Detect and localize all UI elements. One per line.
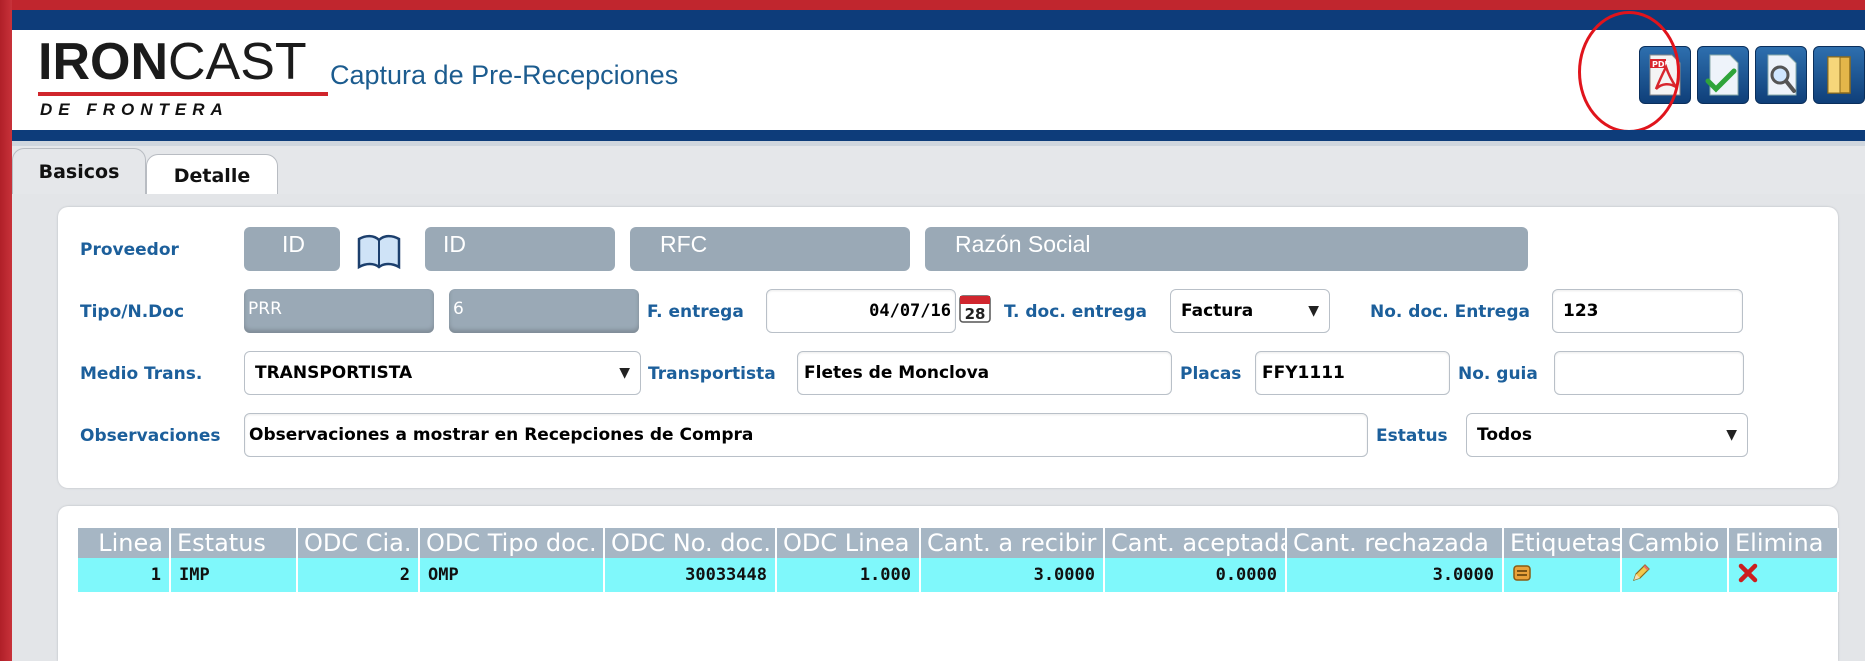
placas-input[interactable]: FFY1111: [1255, 351, 1450, 395]
ironcast-logo: IRONCAST DE FRONTERA: [24, 30, 328, 130]
table-row[interactable]: 1 IMP 2 OMP 30033448 1.000 3.0000 0.0000…: [78, 558, 1839, 592]
rfc-input[interactable]: RFC: [630, 227, 910, 271]
t-doc-entrega-value: Factura: [1181, 301, 1254, 321]
highlight-circle-annotation: [1578, 11, 1680, 133]
col-header-odc-linea[interactable]: ODC Linea: [776, 528, 921, 558]
proveedor-id-placeholder: ID: [282, 231, 305, 257]
tab-basicos[interactable]: Basicos: [12, 148, 146, 194]
observaciones-label: Observaciones: [80, 426, 221, 446]
cell-elimina: [1728, 558, 1839, 592]
cell-odc-cia: 2: [297, 558, 420, 592]
medio-trans-label: Medio Trans.: [80, 364, 203, 384]
proveedor-id2-input[interactable]: ID: [425, 227, 615, 271]
razon-social-input[interactable]: Razón Social: [925, 227, 1528, 271]
observaciones-input[interactable]: Observaciones a mostrar en Recepciones d…: [244, 413, 1368, 457]
no-guia-input[interactable]: [1554, 351, 1744, 395]
ndoc-field: 6: [449, 289, 639, 333]
cell-odc-linea: 1.000: [776, 558, 921, 592]
chevron-down-icon: ▼: [619, 365, 630, 381]
rfc-placeholder: RFC: [660, 231, 708, 257]
col-header-linea[interactable]: Linea: [78, 528, 171, 558]
medio-trans-select[interactable]: TRANSPORTISTA ▼: [244, 351, 641, 395]
calendar-day-text: 28: [965, 305, 986, 323]
delete-x-icon[interactable]: [1737, 562, 1759, 584]
logo-wordmark: IRONCAST: [38, 32, 307, 92]
tab-detalle[interactable]: Detalle: [146, 154, 278, 196]
cell-linea: 1: [78, 558, 171, 592]
pencil-icon[interactable]: [1630, 562, 1652, 584]
header-bottom-band: [12, 130, 1865, 146]
medio-trans-value: TRANSPORTISTA: [255, 363, 413, 383]
confirm-document-button[interactable]: [1697, 46, 1749, 104]
cell-odc-no-doc: 30033448: [604, 558, 777, 592]
placas-label: Placas: [1180, 364, 1242, 384]
col-header-odc-cia[interactable]: ODC Cia.: [297, 528, 420, 558]
tab-bar: Basicos Detalle: [12, 146, 1865, 196]
frame-top-border: [0, 0, 1865, 10]
transportista-input[interactable]: Fletes de Monclova: [797, 351, 1172, 395]
no-guia-label: No. guia: [1458, 364, 1538, 384]
col-header-odc-tipo-doc[interactable]: ODC Tipo doc.: [419, 528, 605, 558]
logo-subtitle: DE FRONTERA: [40, 100, 229, 119]
razon-social-placeholder: Razón Social: [955, 231, 1091, 257]
logo-underline: [38, 92, 328, 96]
tipo-doc-value: PRR: [248, 299, 282, 319]
proveedor-label: Proveedor: [80, 240, 179, 260]
transportista-label: Transportista: [648, 364, 776, 384]
document-check-icon: [1705, 54, 1739, 96]
cell-cant-aceptada: 0.0000: [1104, 558, 1287, 592]
cell-etiquetas: [1503, 558, 1622, 592]
f-entrega-value: 04/07/16: [869, 301, 951, 321]
chevron-down-icon: ▼: [1308, 303, 1319, 319]
t-doc-entrega-label: T. doc. entrega: [1004, 302, 1148, 322]
chevron-down-icon: ▼: [1726, 427, 1737, 443]
logo-word-bold: IRON: [38, 33, 168, 91]
no-doc-entrega-input[interactable]: 123: [1552, 289, 1743, 333]
f-entrega-input[interactable]: 04/07/16: [766, 289, 956, 333]
f-entrega-label: F. entrega: [647, 302, 744, 322]
tipo-doc-field: PRR: [244, 289, 434, 333]
cell-cant-recibir: 3.0000: [920, 558, 1105, 592]
observaciones-value: Observaciones a mostrar en Recepciones d…: [249, 425, 754, 445]
col-header-etiquetas[interactable]: Etiquetas: [1503, 528, 1622, 558]
label-print-icon[interactable]: [1512, 564, 1532, 582]
t-doc-entrega-select[interactable]: Factura ▼: [1170, 289, 1330, 333]
col-header-elimina[interactable]: Elimina: [1728, 528, 1839, 558]
cell-cant-rechazada: 3.0000: [1286, 558, 1504, 592]
proveedor-id2-placeholder: ID: [443, 231, 466, 257]
transportista-value: Fletes de Monclova: [804, 363, 990, 383]
ndoc-value: 6: [453, 299, 464, 319]
no-doc-entrega-value: 123: [1563, 301, 1599, 321]
estatus-label: Estatus: [1376, 426, 1448, 446]
no-doc-entrega-label: No. doc. Entrega: [1370, 302, 1530, 322]
calendar-icon[interactable]: 28: [958, 290, 992, 324]
exit-button[interactable]: [1813, 46, 1865, 104]
col-header-odc-no-doc[interactable]: ODC No. doc.: [604, 528, 777, 558]
page-title: Captura de Pre-Recepciones: [330, 60, 679, 90]
table-header-row: Linea Estatus ODC Cia. ODC Tipo doc. ODC…: [78, 528, 1839, 558]
exit-door-icon: [1827, 56, 1851, 94]
cell-odc-tipo-doc: OMP: [419, 558, 605, 592]
magnifier-icon: [1767, 54, 1797, 96]
cell-cambio: [1621, 558, 1729, 592]
top-band: [12, 10, 1865, 30]
col-header-cant-rechazada[interactable]: Cant. rechazada: [1286, 528, 1504, 558]
detail-table: Linea Estatus ODC Cia. ODC Tipo doc. ODC…: [78, 528, 1839, 592]
col-header-cambio[interactable]: Cambio: [1621, 528, 1729, 558]
col-header-estatus[interactable]: Estatus: [170, 528, 298, 558]
estatus-value: Todos: [1477, 425, 1532, 445]
cell-estatus: IMP: [170, 558, 298, 592]
placas-value: FFY1111: [1262, 363, 1345, 383]
tipo-ndoc-label: Tipo/N.Doc: [80, 302, 185, 322]
proveedor-id-input[interactable]: ID: [244, 227, 340, 271]
logo-word-regular: CAST: [168, 33, 307, 91]
search-button[interactable]: [1755, 46, 1807, 104]
col-header-cant-aceptada[interactable]: Cant. aceptada: [1104, 528, 1287, 558]
estatus-select[interactable]: Todos ▼: [1466, 413, 1748, 457]
book-lookup-icon[interactable]: [356, 233, 402, 271]
frame-left-border: [0, 0, 12, 661]
col-header-cant-recibir[interactable]: Cant. a recibir: [920, 528, 1105, 558]
